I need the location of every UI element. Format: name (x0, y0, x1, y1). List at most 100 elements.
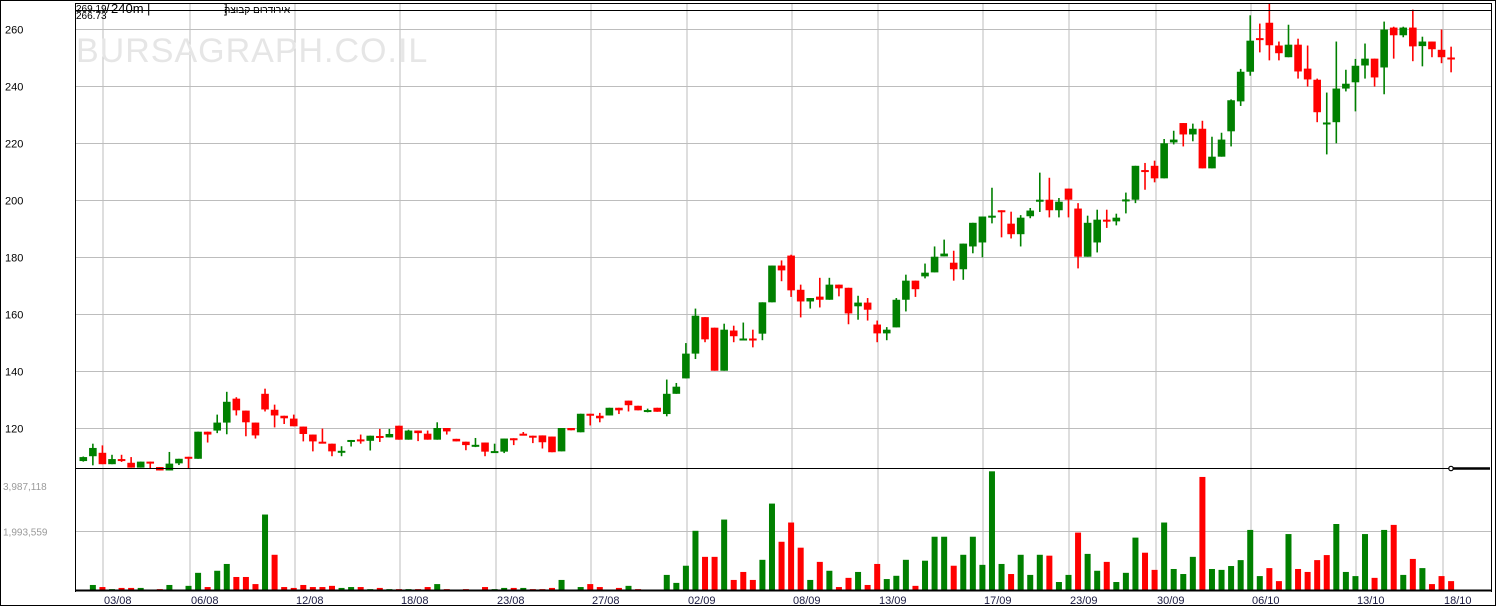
candle-down (395, 425, 403, 440)
volume-bar (1275, 581, 1282, 590)
volume-bar (1161, 522, 1168, 590)
candle-body (969, 222, 977, 247)
volume-bar (768, 503, 775, 590)
price-tick-label: 220 (5, 139, 23, 151)
last-value-label: 266.73 (76, 11, 107, 22)
volume-bar (1323, 555, 1330, 590)
volume-bar (1142, 552, 1149, 590)
volume-bar (1295, 568, 1302, 590)
candlestick-chart: BURSAGRAPH.CO.IL 120 140 160 180 200 220 240 26… (0, 0, 1496, 606)
volume-bar (195, 572, 202, 590)
candle-body (1074, 208, 1082, 257)
candle-body (519, 433, 528, 436)
volume-bar (1113, 582, 1120, 590)
candle-body (1160, 143, 1168, 179)
candle-body (662, 393, 671, 415)
candle-body (749, 338, 757, 341)
candle-body (127, 462, 135, 468)
candle-body (682, 353, 690, 379)
volume-bar (1247, 529, 1254, 590)
candle-body (911, 280, 920, 290)
candle-body (672, 386, 681, 394)
candle-body (337, 450, 346, 453)
date-tick-label: 17/09 (984, 595, 1012, 606)
candle-body (328, 443, 336, 452)
candle-body (356, 439, 365, 442)
price-tick-label: 200 (5, 196, 23, 208)
candle-up (404, 429, 413, 440)
volume-bar (816, 561, 823, 590)
date-tick-label: 13/10 (1357, 595, 1385, 606)
candle-body (1322, 122, 1331, 125)
candle-body (309, 434, 317, 442)
date-tick-label: 23/09 (1070, 595, 1098, 606)
candle-body (194, 431, 202, 459)
candle-body (1227, 100, 1235, 132)
candle-body (997, 210, 1006, 213)
candle-body (548, 436, 556, 453)
candle-body (1236, 71, 1245, 102)
candle-body (318, 441, 327, 444)
candle-body (203, 431, 212, 435)
date-tick-label: 08/09 (793, 595, 821, 606)
candle-body (1208, 156, 1216, 169)
volume-bar (166, 584, 173, 590)
candle-body (538, 435, 547, 443)
candle-body (1016, 217, 1025, 235)
volume-bar (1027, 574, 1034, 590)
volume-bar (778, 541, 785, 590)
outer-frame (0, 0, 1496, 606)
candle-body (1007, 223, 1015, 235)
candle-body (806, 298, 815, 302)
volume-bar (979, 564, 986, 590)
volume-bar (721, 519, 728, 590)
candle-down (710, 327, 719, 371)
volume-bar (1008, 574, 1015, 590)
volume-bar (682, 565, 689, 590)
price-tick-label: 260 (5, 25, 23, 37)
volume-bar (214, 570, 221, 590)
volume-bar (1266, 568, 1273, 590)
volume-bar (558, 579, 565, 590)
volume-bar (1132, 537, 1139, 590)
interval-label: 240m (111, 1, 144, 16)
volume-bar (89, 584, 96, 590)
date-tick-label: 18/08 (401, 595, 429, 606)
candle-body (280, 415, 288, 419)
indicator-marker (1448, 465, 1454, 472)
volume-bar (1199, 476, 1206, 590)
header-separator: | (147, 1, 150, 16)
candle-body (596, 415, 604, 419)
candle-up (576, 413, 585, 433)
candle-up (720, 323, 728, 371)
candle-body (175, 458, 183, 464)
volume-bar (845, 577, 852, 590)
candle-down (701, 317, 709, 343)
candle-body (261, 393, 269, 410)
candle-body (289, 418, 298, 427)
header-bracket: ] (224, 1, 228, 16)
candle-body (471, 444, 480, 447)
candle-body (835, 284, 843, 289)
candle-body (1093, 219, 1101, 243)
candle-body (624, 400, 633, 406)
candle-body (1102, 219, 1111, 222)
volume-bar (1151, 569, 1158, 590)
volume-bar (1017, 554, 1024, 590)
volume-bar (1094, 570, 1101, 590)
candle-body (376, 435, 384, 438)
candle-body (1428, 41, 1436, 50)
candle-body (844, 287, 853, 314)
volume-bar (1428, 584, 1435, 590)
candle-body (768, 265, 776, 303)
volume-bar (1075, 532, 1082, 590)
candle-body (1064, 188, 1073, 200)
price-tick-label: 180 (5, 253, 23, 265)
candle-body (1342, 83, 1350, 89)
volume-bar (883, 579, 890, 590)
price-tick-label: 140 (5, 367, 23, 379)
candle-body (366, 435, 375, 441)
candle-body (1380, 29, 1388, 68)
candle-body (1150, 165, 1159, 179)
candle-body (557, 428, 566, 452)
